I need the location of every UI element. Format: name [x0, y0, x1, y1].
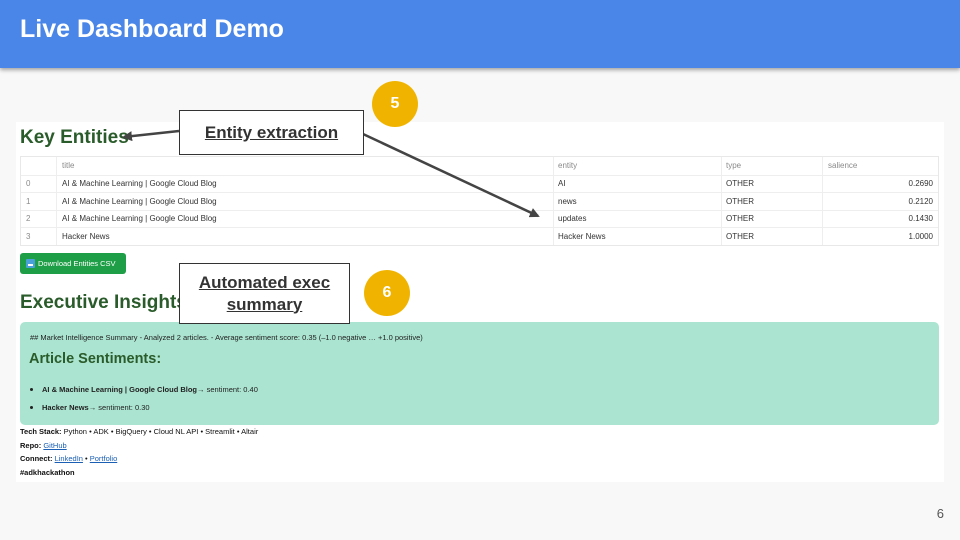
- column-header-salience[interactable]: salience: [823, 157, 938, 175]
- step-badge-6: 6: [364, 270, 410, 316]
- download-icon: [26, 259, 35, 268]
- row-index: 1: [21, 193, 57, 210]
- bullet-icon: [30, 387, 33, 391]
- hashtag: #adkhackathon: [20, 468, 75, 477]
- sentiment-value: → sentiment: 0.40: [197, 384, 258, 394]
- entities-table[interactable]: title entity type salience 0 AI & Machin…: [20, 156, 939, 246]
- table-header-row: title entity type salience: [21, 157, 938, 175]
- callout-text-line-2: summary: [226, 294, 303, 314]
- table-row[interactable]: 2 AI & Machine Learning | Google Cloud B…: [21, 209, 938, 227]
- key-entities-heading: Key Entities: [20, 127, 129, 148]
- row-index: 2: [21, 210, 57, 227]
- row-index: 0: [21, 175, 57, 192]
- download-button-label: Download Entities CSV: [38, 259, 116, 268]
- cell-type: OTHER: [722, 175, 823, 192]
- sentiment-list: AI & Machine Learning | Google Cloud Blo…: [30, 380, 258, 416]
- column-header-index[interactable]: [21, 157, 57, 175]
- sentiment-article-name: AI & Machine Learning | Google Cloud Blo…: [42, 384, 198, 394]
- cell-entity: Hacker News: [554, 228, 722, 245]
- cell-entity: updates: [554, 210, 722, 227]
- tech-stack-value: Python • ADK • BigQuery • Cloud NL API •…: [61, 427, 259, 436]
- cell-salience: 0.1430: [908, 214, 933, 224]
- cell-type: OTHER: [722, 193, 823, 210]
- slide-title: Live Dashboard Demo: [20, 15, 284, 43]
- slide-number: 6: [936, 506, 944, 521]
- table-row[interactable]: 1 AI & Machine Learning | Google Cloud B…: [21, 192, 938, 210]
- row-index: 3: [21, 228, 57, 245]
- portfolio-link[interactable]: Portfolio: [90, 454, 118, 463]
- cell-type: OTHER: [722, 228, 823, 245]
- linkedin-link[interactable]: LinkedIn: [55, 454, 83, 463]
- connect-label: Connect:: [20, 454, 53, 463]
- github-link[interactable]: GitHub: [43, 441, 66, 450]
- connect-line: Connect: LinkedIn • Portfolio: [20, 454, 117, 463]
- repo-label: Repo:: [20, 441, 42, 450]
- column-header-type[interactable]: type: [722, 157, 823, 175]
- cell-salience: 1.0000: [908, 231, 933, 241]
- cell-title: Hacker News: [57, 228, 554, 245]
- column-header-entity[interactable]: entity: [554, 157, 722, 175]
- sentiment-article-name: Hacker News: [42, 402, 89, 412]
- callout-text-line-1: Automated exec: [198, 273, 331, 293]
- callout-text: Entity extraction: [204, 122, 339, 142]
- slide-header: Live Dashboard Demo: [0, 0, 960, 68]
- tech-stack-line: Tech Stack: Python • ADK • BigQuery • Cl…: [20, 427, 258, 436]
- cell-entity: news: [554, 193, 722, 210]
- entity-extraction-callout: Entity extraction: [179, 110, 364, 155]
- repo-line: Repo: GitHub: [20, 441, 67, 450]
- table-row[interactable]: 0 AI & Machine Learning | Google Cloud B…: [21, 174, 938, 192]
- step-badge-5: 5: [372, 81, 418, 127]
- cell-entity: AI: [554, 175, 722, 192]
- executive-insights-heading: Executive Insights: [20, 292, 187, 313]
- cell-title: AI & Machine Learning | Google Cloud Blo…: [57, 175, 554, 192]
- connect-separator: •: [82, 454, 90, 463]
- tech-stack-label: Tech Stack:: [20, 427, 62, 436]
- column-header-title[interactable]: title: [57, 157, 554, 175]
- insights-box: ## Market Intelligence Summary - Analyze…: [20, 322, 939, 425]
- cell-title: AI & Machine Learning | Google Cloud Blo…: [57, 210, 554, 227]
- list-item: AI & Machine Learning | Google Cloud Blo…: [30, 380, 258, 398]
- exec-summary-callout: Automated exec summary: [179, 263, 350, 324]
- table-row[interactable]: 3 Hacker News Hacker News OTHER 1.0000: [21, 227, 938, 245]
- summary-text: ## Market Intelligence Summary - Analyze…: [30, 333, 423, 342]
- sentiment-value: → sentiment: 0.30: [88, 402, 150, 412]
- cell-type: OTHER: [722, 210, 823, 227]
- list-item: Hacker News → sentiment: 0.30: [30, 398, 258, 416]
- cell-salience: 0.2690: [908, 179, 933, 189]
- cell-title: AI & Machine Learning | Google Cloud Blo…: [57, 193, 554, 210]
- cell-salience: 0.2120: [908, 196, 933, 206]
- bullet-icon: [30, 405, 33, 409]
- download-entities-csv-button[interactable]: Download Entities CSV: [20, 253, 126, 274]
- article-sentiments-heading: Article Sentiments:: [29, 351, 162, 367]
